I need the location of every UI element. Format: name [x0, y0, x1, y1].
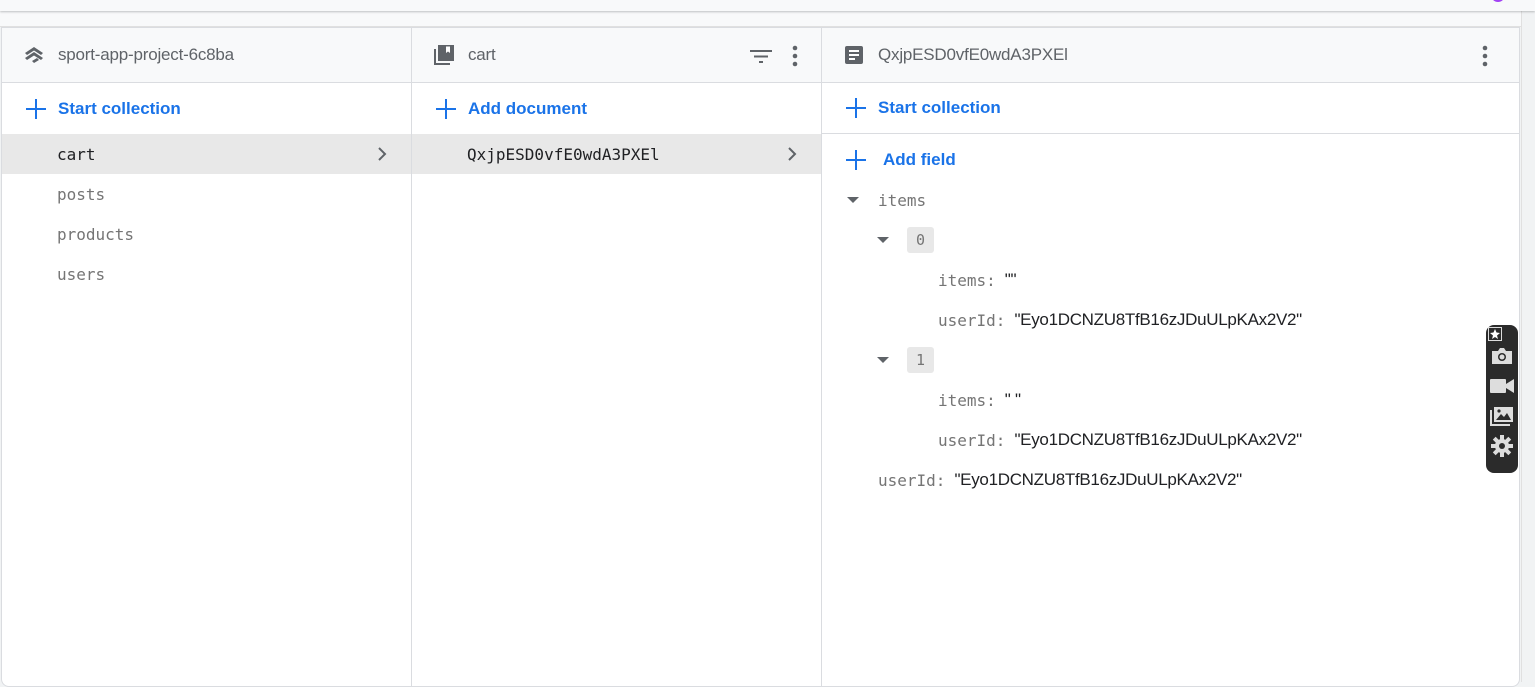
field-key: userId:	[878, 470, 946, 490]
field-items[interactable]: items	[822, 180, 1519, 220]
more-vert-icon[interactable]	[783, 44, 807, 68]
caret-down-icon[interactable]	[877, 237, 889, 243]
field-items-0-items[interactable]: items: ""	[822, 260, 1519, 300]
field-key: userId:	[938, 430, 1006, 450]
collection-icon	[432, 43, 456, 67]
array-index: 1	[907, 347, 935, 373]
video-icon[interactable]	[1488, 371, 1516, 401]
collection-title: cart	[468, 45, 496, 64]
caret-down-icon[interactable]	[877, 357, 889, 363]
caret-down-icon[interactable]	[847, 197, 859, 203]
account-avatar[interactable]	[1491, 0, 1505, 2]
collection-column: cart Add document QxjpESD0vfE0wdA3PXEl	[412, 28, 822, 686]
collection-item-posts[interactable]: posts	[2, 174, 411, 214]
project-layers-icon	[22, 43, 46, 67]
camera-icon[interactable]	[1488, 341, 1516, 371]
field-key: items	[878, 190, 927, 210]
field-value: "Eyo1DCNZU8TfB16zJDuULpKAx2V2"	[1014, 430, 1302, 449]
field-userId[interactable]: userId: "Eyo1DCNZU8TfB16zJDuULpKAx2V2"	[822, 460, 1519, 500]
collection-name: posts	[57, 184, 106, 204]
pin-icon[interactable]	[1488, 327, 1502, 341]
collection-item-cart[interactable]: cart	[2, 134, 411, 174]
plus-icon	[436, 98, 456, 119]
document-icon	[842, 43, 866, 67]
firestore-data-panel: sport-app-project-6c8ba Start collection…	[1, 27, 1520, 687]
field-items-1[interactable]: 1	[822, 340, 1519, 380]
document-column: QxjpESD0vfE0wdA3PXEl Start collection Ad…	[822, 28, 1519, 686]
add-document-label: Add document	[468, 98, 587, 118]
collection-name: cart	[57, 144, 96, 164]
array-index: 0	[907, 227, 935, 253]
plus-icon	[846, 149, 866, 170]
root-column: sport-app-project-6c8ba Start collection…	[2, 28, 412, 686]
field-value: ""	[1004, 270, 1017, 289]
document-item[interactable]: QxjpESD0vfE0wdA3PXEl	[412, 134, 821, 174]
root-column-header: sport-app-project-6c8ba	[2, 28, 411, 83]
field-value: " "	[1004, 390, 1021, 409]
toolbar-band	[0, 11, 1521, 27]
field-key: userId:	[938, 310, 1006, 330]
start-collection-label: Start collection	[58, 98, 181, 118]
field-key: items:	[938, 390, 996, 410]
start-collection-label: Start collection	[878, 98, 1001, 117]
field-items-0[interactable]: 0	[822, 220, 1519, 260]
field-items-0-userId[interactable]: userId: "Eyo1DCNZU8TfB16zJDuULpKAx2V2"	[822, 300, 1519, 340]
field-value: "Eyo1DCNZU8TfB16zJDuULpKAx2V2"	[1014, 310, 1302, 329]
app-top-bar	[0, 0, 1535, 11]
collection-column-header: cart	[412, 28, 821, 83]
document-column-header: QxjpESD0vfE0wdA3PXEl	[822, 28, 1519, 83]
document-id: QxjpESD0vfE0wdA3PXEl	[467, 144, 660, 164]
field-value: "Eyo1DCNZU8TfB16zJDuULpKAx2V2"	[954, 470, 1242, 489]
plus-icon	[26, 98, 46, 119]
chevron-right-icon	[788, 147, 797, 161]
collection-item-users[interactable]: users	[2, 254, 411, 294]
collection-name: products	[57, 224, 135, 244]
plus-icon	[846, 98, 866, 118]
add-field-label: Add field	[883, 149, 956, 169]
field-tree: items 0 items: "" userId: "Eyo1DCNZU8TfB…	[822, 180, 1519, 500]
field-items-1-items[interactable]: items: " "	[822, 380, 1519, 420]
project-title: sport-app-project-6c8ba	[58, 45, 234, 64]
document-title: QxjpESD0vfE0wdA3PXEl	[878, 45, 1068, 64]
start-collection-button[interactable]: Start collection	[2, 83, 411, 134]
capture-toolbar	[1486, 325, 1518, 473]
gallery-icon[interactable]	[1488, 401, 1516, 431]
start-subcollection-button[interactable]: Start collection	[822, 83, 1519, 134]
collection-name: users	[57, 264, 106, 284]
add-document-button[interactable]: Add document	[412, 83, 821, 134]
add-field-button[interactable]: Add field	[822, 134, 1519, 185]
field-items-1-userId[interactable]: userId: "Eyo1DCNZU8TfB16zJDuULpKAx2V2"	[822, 420, 1519, 460]
more-vert-icon[interactable]	[1473, 44, 1497, 68]
chevron-right-icon	[378, 147, 387, 161]
page-scrollbar[interactable]	[1521, 11, 1535, 682]
filter-icon[interactable]	[749, 44, 773, 68]
settings-icon[interactable]	[1488, 431, 1516, 461]
field-key: items:	[938, 270, 996, 290]
collection-item-products[interactable]: products	[2, 214, 411, 254]
